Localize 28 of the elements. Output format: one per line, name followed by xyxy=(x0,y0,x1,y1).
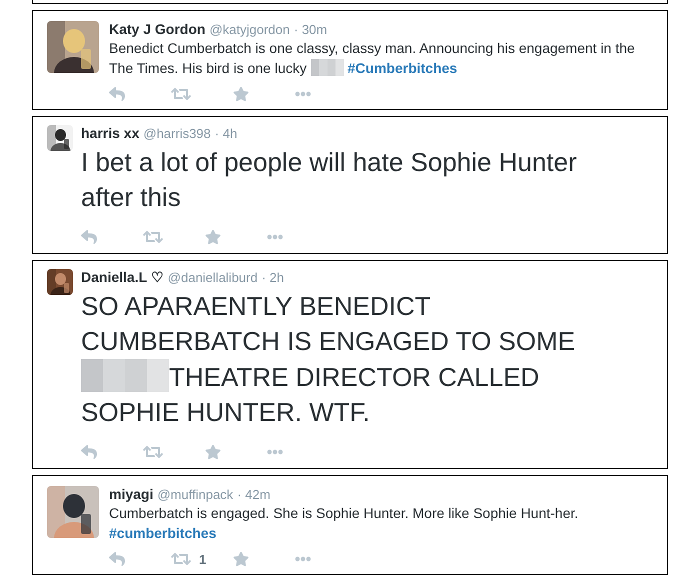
reply-icon[interactable] xyxy=(109,86,125,102)
redacted-block xyxy=(310,59,344,76)
tweet-time[interactable]: · 42m xyxy=(237,487,270,502)
star-icon[interactable] xyxy=(205,444,221,460)
user-name[interactable]: Katy J Gordon xyxy=(109,21,206,37)
reply-icon[interactable] xyxy=(81,444,97,460)
tweet-time[interactable]: · 2h xyxy=(262,270,284,285)
star-icon[interactable] xyxy=(205,229,221,245)
reply-icon[interactable] xyxy=(81,229,97,245)
tweet-time[interactable]: · 30m xyxy=(294,22,328,37)
user-name[interactable]: harris xx xyxy=(81,125,140,141)
hashtag-link[interactable]: #Cumberbitches xyxy=(348,60,458,76)
tweet-text: SO APARAENTLY BENEDICT CUMBERBATCH IS ENGAGED TO SOME THEATRE DIRECTOR CALLED SOPHIE HUNTER. WTF. xyxy=(81,290,576,429)
user-handle[interactable]: @katyjgordon xyxy=(209,22,290,37)
star-icon[interactable] xyxy=(233,86,249,102)
reply-icon[interactable] xyxy=(109,551,125,567)
user-handle[interactable]: @muffinpack xyxy=(157,487,234,502)
user-handle[interactable]: @daniellaliburd xyxy=(168,270,258,285)
star-icon[interactable] xyxy=(233,551,249,567)
retweet-count: 1 xyxy=(199,552,206,566)
tweet-text: Cumberbatch is engaged. She is Sophie Hunter. More like Sophie Hunt-her. #cumberbitches xyxy=(109,504,580,543)
tweet-time[interactable]: · 4h xyxy=(214,126,238,141)
tweet-text: I bet a lot of people will hate Sophie Hunter after this xyxy=(81,146,578,214)
user-name[interactable]: Daniella.L ♡ xyxy=(81,269,164,285)
user-name[interactable]: miyagi xyxy=(109,486,154,502)
user-handle[interactable]: @harris398 xyxy=(143,126,211,141)
tweet-text: Benedict Cumberbatch is one classy, classy man. Announcing his engagement in the The Times. His bird is one lucky #Cumberbitches xyxy=(109,39,636,78)
hashtag-link[interactable]: #cumberbitches xyxy=(109,525,216,541)
